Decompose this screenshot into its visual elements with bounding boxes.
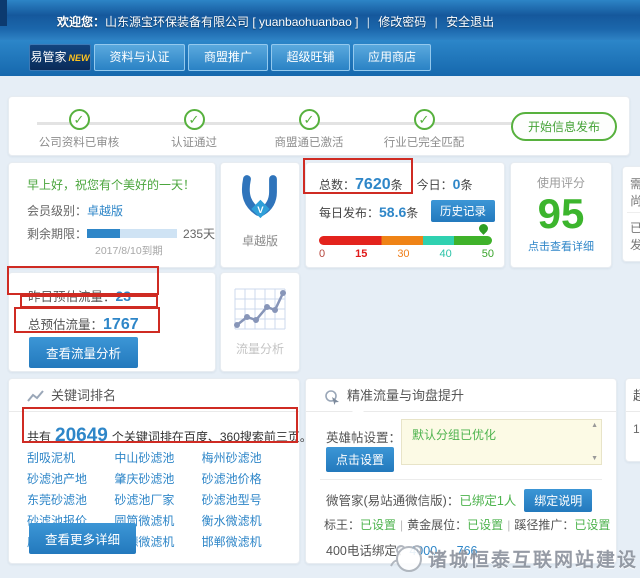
member-level-link[interactable]: 卓越版: [87, 204, 123, 218]
hero-status-text: 默认分组已优化: [402, 420, 601, 449]
line-chart-icon: [231, 285, 289, 333]
step-profile-reviewed: ✓ 公司资料已审核: [24, 109, 134, 150]
daily-publish-row: 每日发布：58.6条: [319, 204, 418, 221]
tab-super-shop[interactable]: 超级旺铺: [271, 44, 350, 71]
click-target-icon: [324, 389, 341, 405]
promotion-card-title: 精准流量与询盘提升: [347, 388, 464, 403]
scroll-down-icon[interactable]: ▼: [591, 455, 598, 462]
new-badge: NEW: [69, 53, 90, 63]
promotion-card-header: 精准流量与询盘提升: [306, 379, 616, 412]
usage-score-card: 使用评分 95 点击查看详细: [510, 162, 612, 268]
start-publishing-button[interactable]: 开始信息发布: [511, 112, 617, 141]
step-alliance-activated: ✓ 商盟通已激活: [254, 109, 364, 150]
total-traffic-value: 1767: [103, 316, 139, 333]
scale-pin-icon: [477, 222, 490, 235]
more-keywords-button[interactable]: 查看更多详细: [29, 523, 136, 554]
onboarding-progress: ✓ 公司资料已审核 ✓ 认证通过 ✓ 商盟通已激活 ✓ 行业已完全匹配 开始信息…: [8, 96, 630, 156]
bind-help-button[interactable]: 绑定说明: [524, 489, 592, 512]
remaining-term-progressbar: [87, 229, 177, 238]
step-certified: ✓ 认证通过: [139, 109, 249, 150]
promotion-card: 精准流量与询盘提升 英雄帖设置： 点击设置 默认分组已优化 ▲ ▼ 微管家(易站…: [305, 378, 617, 564]
welcome-line: 欢迎您：山东源宝环保装备有限公司 [ yuanbaohuanbao ] | 修改…: [57, 13, 494, 30]
history-button[interactable]: 历史记录: [431, 200, 495, 222]
keyword-card-header: 关键词排名: [9, 379, 299, 412]
check-icon: ✓: [184, 109, 205, 130]
dashboard-screen: 欢迎您：山东源宝环保装备有限公司 [ yuanbaohuanbao ] | 修改…: [0, 0, 640, 578]
welcome-label: 欢迎您：: [57, 15, 105, 29]
trend-zigzag-icon: [27, 390, 45, 403]
keyword-link[interactable]: 东莞砂滤池: [27, 491, 110, 508]
keyword-link[interactable]: 砂滤池产地: [27, 470, 110, 487]
company-name: 山东源宝环保装备有限公司 [ yuanbaohuanbao ]: [105, 15, 358, 29]
welcome-bar: 欢迎您：山东源宝环保装备有限公司 [ yuanbaohuanbao ] | 修改…: [0, 0, 640, 40]
keyword-link[interactable]: 砂滤池型号: [202, 491, 285, 508]
keyword-link[interactable]: 刮吸泥机: [27, 449, 110, 466]
greeting-message: 早上好，祝您有个美好的一天！: [27, 176, 195, 193]
keyword-link[interactable]: 衡水微滤机: [202, 512, 285, 529]
tab-profile-certification[interactable]: 资料与认证: [94, 44, 185, 71]
keyword-summary: 共有20649个关键词排在百度、360搜索前三页。: [27, 425, 312, 447]
wechat-bind-status: 已绑定1人: [459, 494, 516, 508]
keyword-ranking-card: 关键词排名 共有20649个关键词排在百度、360搜索前三页。 刮吸泥机 中山砂…: [8, 378, 300, 564]
tab-app-store[interactable]: 应用商店: [353, 44, 431, 71]
zhuoyue-badge-logo: V: [234, 173, 286, 225]
keyword-count: 20649: [55, 425, 108, 446]
scroll-up-icon[interactable]: ▲: [591, 422, 598, 429]
greeting-card: 早上好，祝您有个美好的一天！ 会员级别：卓越版 剩余期限：235天 2017/8…: [8, 162, 216, 268]
remaining-term-row: 剩余期限：235天: [27, 225, 215, 242]
membership-badge-card: V 卓越版: [220, 162, 300, 268]
yesterday-traffic-value: 23: [116, 288, 132, 304]
logout-link[interactable]: 安全退出: [446, 15, 494, 29]
publish-stats-card: 总数：7620条今日：0条 每日发布：58.6条 历史记录 0 15 30 40…: [305, 162, 505, 268]
keyword-link[interactable]: 邯郸微滤机: [202, 533, 285, 550]
score-value: 95: [511, 191, 611, 237]
check-icon: ✓: [414, 109, 435, 130]
traffic-card: 昨日预估流量：23 总预估流量：1767 查看流量分析: [8, 272, 216, 372]
keyword-link[interactable]: 中山砂滤池: [114, 449, 197, 466]
total-count: 7620: [355, 176, 391, 193]
promotion-setup-row: 标王：已设置|黄金展位：已设置|蹊径推广：已设置: [324, 516, 610, 533]
check-icon: ✓: [69, 109, 90, 130]
score-title: 使用评分: [511, 174, 611, 191]
yesterday-traffic-row: 昨日预估流量：23: [28, 286, 131, 305]
keyword-link[interactable]: 砂滤池厂家: [114, 491, 197, 508]
tab-yiguanjia[interactable]: 易管家NEW: [29, 44, 91, 71]
svg-text:V: V: [257, 205, 264, 216]
step-industry-matched: ✓ 行业已完全匹配: [369, 109, 479, 150]
watermark: 诸城恒泰互联网站建设: [388, 542, 638, 574]
publish-scale-bar: [319, 236, 492, 245]
hero-post-label: 英雄帖设置：: [326, 427, 401, 446]
daily-count: 58.6: [379, 204, 406, 220]
keyword-link[interactable]: 砂滤池价格: [202, 470, 285, 487]
score-detail-link[interactable]: 点击查看详细: [528, 241, 594, 253]
watermark-panda-logo: [388, 542, 428, 574]
divider: [627, 212, 640, 213]
total-traffic-row: 总预估流量：1767: [28, 314, 139, 334]
check-icon: ✓: [299, 109, 320, 130]
keyword-link[interactable]: 梅州砂滤池: [202, 449, 285, 466]
change-password-link[interactable]: 修改密码: [378, 15, 426, 29]
membership-badge-label: 卓越版: [221, 232, 299, 249]
keyword-link[interactable]: 肇庆砂滤池: [114, 470, 197, 487]
hero-set-button[interactable]: 点击设置: [326, 447, 394, 472]
hero-status-box[interactable]: 默认分组已优化 ▲ ▼: [401, 419, 602, 465]
tab-alliance-promotion[interactable]: 商盟推广: [188, 44, 268, 71]
expire-date: 2017/8/10到期: [95, 243, 163, 258]
watermark-text: 诸城恒泰互联网站建设: [428, 545, 638, 572]
wechat-manager-row: 微管家(易站通微信版)：已绑定1人绑定说明: [326, 489, 592, 512]
traffic-chart-label: 流量分析: [221, 340, 299, 357]
traffic-analysis-button[interactable]: 查看流量分析: [29, 337, 138, 368]
publish-totals-row: 总数：7620条今日：0条: [319, 176, 472, 194]
divider: [320, 479, 602, 480]
clipped-side-card-bottom: 超 1,: [625, 378, 640, 462]
scale-ticks: 0 15 30 40 50: [319, 248, 494, 260]
member-level-row: 会员级别：卓越版: [27, 202, 123, 219]
traffic-chart-card: 流量分析: [220, 272, 300, 372]
corner-decoration: [0, 0, 7, 26]
main-nav: 易管家NEW 资料与认证 商盟推广 超级旺铺 应用商店: [0, 40, 640, 76]
keyword-card-title: 关键词排名: [51, 388, 116, 403]
clipped-side-card-top: 需 尚 已 发: [622, 166, 640, 262]
